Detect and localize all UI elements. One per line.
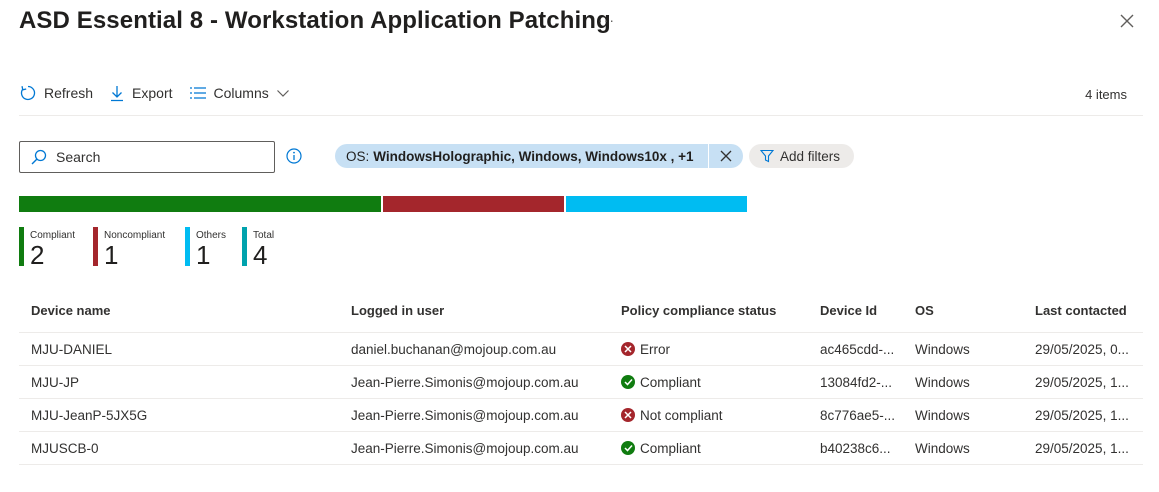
legend-count: 4 — [253, 240, 268, 270]
close-icon — [720, 150, 732, 162]
status-label: Compliant — [640, 374, 701, 390]
column-header-last-contacted[interactable]: Last contacted — [1035, 293, 1127, 327]
checkmark-icon — [621, 375, 635, 389]
devices-table: Device name Logged in user Policy compli… — [19, 293, 1143, 465]
filter-value: WindowsHolographic, Windows, Windows10x … — [373, 148, 694, 164]
command-bar: Refresh Export Columns — [19, 80, 306, 106]
compliant-segment[interactable] — [19, 196, 381, 212]
logged-in-user-cell: Jean-Pierre.Simonis@mojoup.com.au — [351, 374, 579, 390]
chevron-down-icon — [276, 90, 289, 97]
last-contacted-cell: 29/05/2025, 1... — [1035, 407, 1129, 423]
os-cell: Windows — [915, 341, 970, 357]
last-contacted-cell: 29/05/2025, 0... — [1035, 341, 1129, 357]
device-id-cell: b40238c6... — [820, 440, 891, 456]
legend-swatch — [242, 227, 247, 266]
column-header-logged-in-user[interactable]: Logged in user — [351, 293, 444, 327]
device-id-cell: 8c776ae5-... — [820, 407, 896, 423]
toolbar-divider — [19, 115, 1143, 116]
os-cell: Windows — [915, 407, 970, 423]
status-label: Not compliant — [640, 407, 723, 423]
legend-total: Total 4 — [242, 227, 274, 270]
legend-others: Others 1 — [185, 227, 226, 270]
search-input[interactable] — [56, 149, 256, 165]
logged-in-user-cell: Jean-Pierre.Simonis@mojoup.com.au — [351, 440, 579, 456]
filter-add-icon — [760, 149, 774, 163]
others-segment[interactable] — [566, 196, 747, 212]
table-row[interactable]: MJU-JP Jean-Pierre.Simonis@mojoup.com.au… — [19, 366, 1143, 399]
noncompliant-segment[interactable] — [383, 196, 564, 212]
columns-list-icon — [189, 87, 206, 99]
logged-in-user-cell: daniel.buchanan@mojoup.com.au — [351, 341, 557, 357]
table-row[interactable]: MJU-DANIEL daniel.buchanan@mojoup.com.au… — [19, 333, 1143, 366]
refresh-icon — [20, 85, 36, 101]
legend-count: 2 — [30, 240, 45, 270]
legend-count: 1 — [104, 240, 119, 270]
export-label: Export — [132, 85, 173, 101]
status-label: Error — [640, 341, 670, 357]
legend-swatch — [93, 227, 98, 266]
status-cell: Compliant — [621, 366, 701, 398]
os-cell: Windows — [915, 374, 970, 390]
legend-swatch — [185, 227, 190, 266]
add-filters-button[interactable]: Add filters — [749, 144, 855, 168]
error-icon — [621, 408, 635, 422]
last-contacted-cell: 29/05/2025, 1... — [1035, 440, 1129, 456]
legend-swatch — [19, 227, 24, 266]
info-icon[interactable] — [286, 148, 302, 164]
device-name-cell[interactable]: MJU-JP — [31, 366, 79, 398]
column-header-device-id[interactable]: Device Id — [820, 293, 877, 327]
search-box[interactable] — [19, 141, 275, 173]
last-contacted-cell: 29/05/2025, 1... — [1035, 374, 1129, 390]
status-cell: Error — [621, 333, 670, 365]
table-header: Device name Logged in user Policy compli… — [19, 293, 1143, 333]
refresh-label: Refresh — [44, 85, 94, 101]
status-cell: Not compliant — [621, 399, 723, 431]
device-id-cell: 13084fd2-... — [820, 374, 893, 390]
logged-in-user-cell: Jean-Pierre.Simonis@mojoup.com.au — [351, 407, 579, 423]
refresh-button[interactable]: Refresh — [19, 84, 93, 102]
table-row[interactable]: MJU-JeanP-5JX5G Jean-Pierre.Simonis@mojo… — [19, 399, 1143, 432]
download-icon — [111, 86, 124, 102]
export-button[interactable]: Export — [109, 84, 173, 102]
page-title: ASD Essential 8 - Workstation Applicatio… — [19, 7, 611, 34]
legend-noncompliant: Noncompliant 1 — [93, 227, 165, 270]
search-icon — [31, 149, 47, 165]
remove-filter-button[interactable] — [709, 144, 743, 168]
device-id-cell: ac465cdd-... — [820, 341, 895, 357]
device-name-cell[interactable]: MJU-JeanP-5JX5G — [31, 399, 147, 431]
add-filters-label: Add filters — [780, 148, 841, 164]
columns-button[interactable]: Columns — [189, 85, 290, 101]
items-count: 4 items — [1085, 87, 1127, 102]
more-options-button[interactable]: ··· — [598, 12, 615, 28]
status-cell: Compliant — [621, 432, 701, 464]
column-header-os[interactable]: OS — [915, 293, 934, 327]
os-cell: Windows — [915, 440, 970, 456]
column-header-policy-status[interactable]: Policy compliance status — [621, 293, 776, 327]
device-name-cell[interactable]: MJUSCB-0 — [31, 432, 99, 464]
filter-key: OS: — [346, 148, 370, 164]
close-icon[interactable] — [1118, 12, 1136, 30]
table-row[interactable]: MJUSCB-0 Jean-Pierre.Simonis@mojoup.com.… — [19, 432, 1143, 465]
status-label: Compliant — [640, 440, 701, 456]
device-name-cell[interactable]: MJU-DANIEL — [31, 333, 112, 365]
legend-compliant: Compliant 2 — [19, 227, 75, 270]
legend-count: 1 — [196, 240, 211, 270]
checkmark-icon — [621, 441, 635, 455]
os-filter-pill[interactable]: OS: WindowsHolographic, Windows, Windows… — [335, 144, 743, 168]
columns-label: Columns — [213, 85, 269, 101]
error-icon — [621, 342, 635, 356]
column-header-device-name[interactable]: Device name — [31, 293, 111, 327]
